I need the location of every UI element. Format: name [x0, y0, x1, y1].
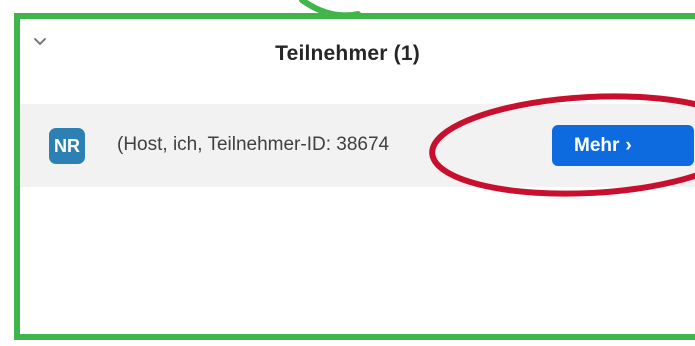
screenshot-stage: Teilnehmer (1) NR (Host, ich, Teilnehmer… [0, 0, 695, 346]
more-button[interactable]: Mehr › [552, 125, 694, 166]
panel-title: Teilnehmer (1) [275, 42, 420, 65]
avatar: NR [49, 128, 85, 164]
chevron-right-icon: › [625, 134, 632, 156]
participant-name: (Host, ich, Teilnehmer-ID: 38674 [117, 134, 390, 155]
more-button-label: Mehr [574, 134, 620, 156]
